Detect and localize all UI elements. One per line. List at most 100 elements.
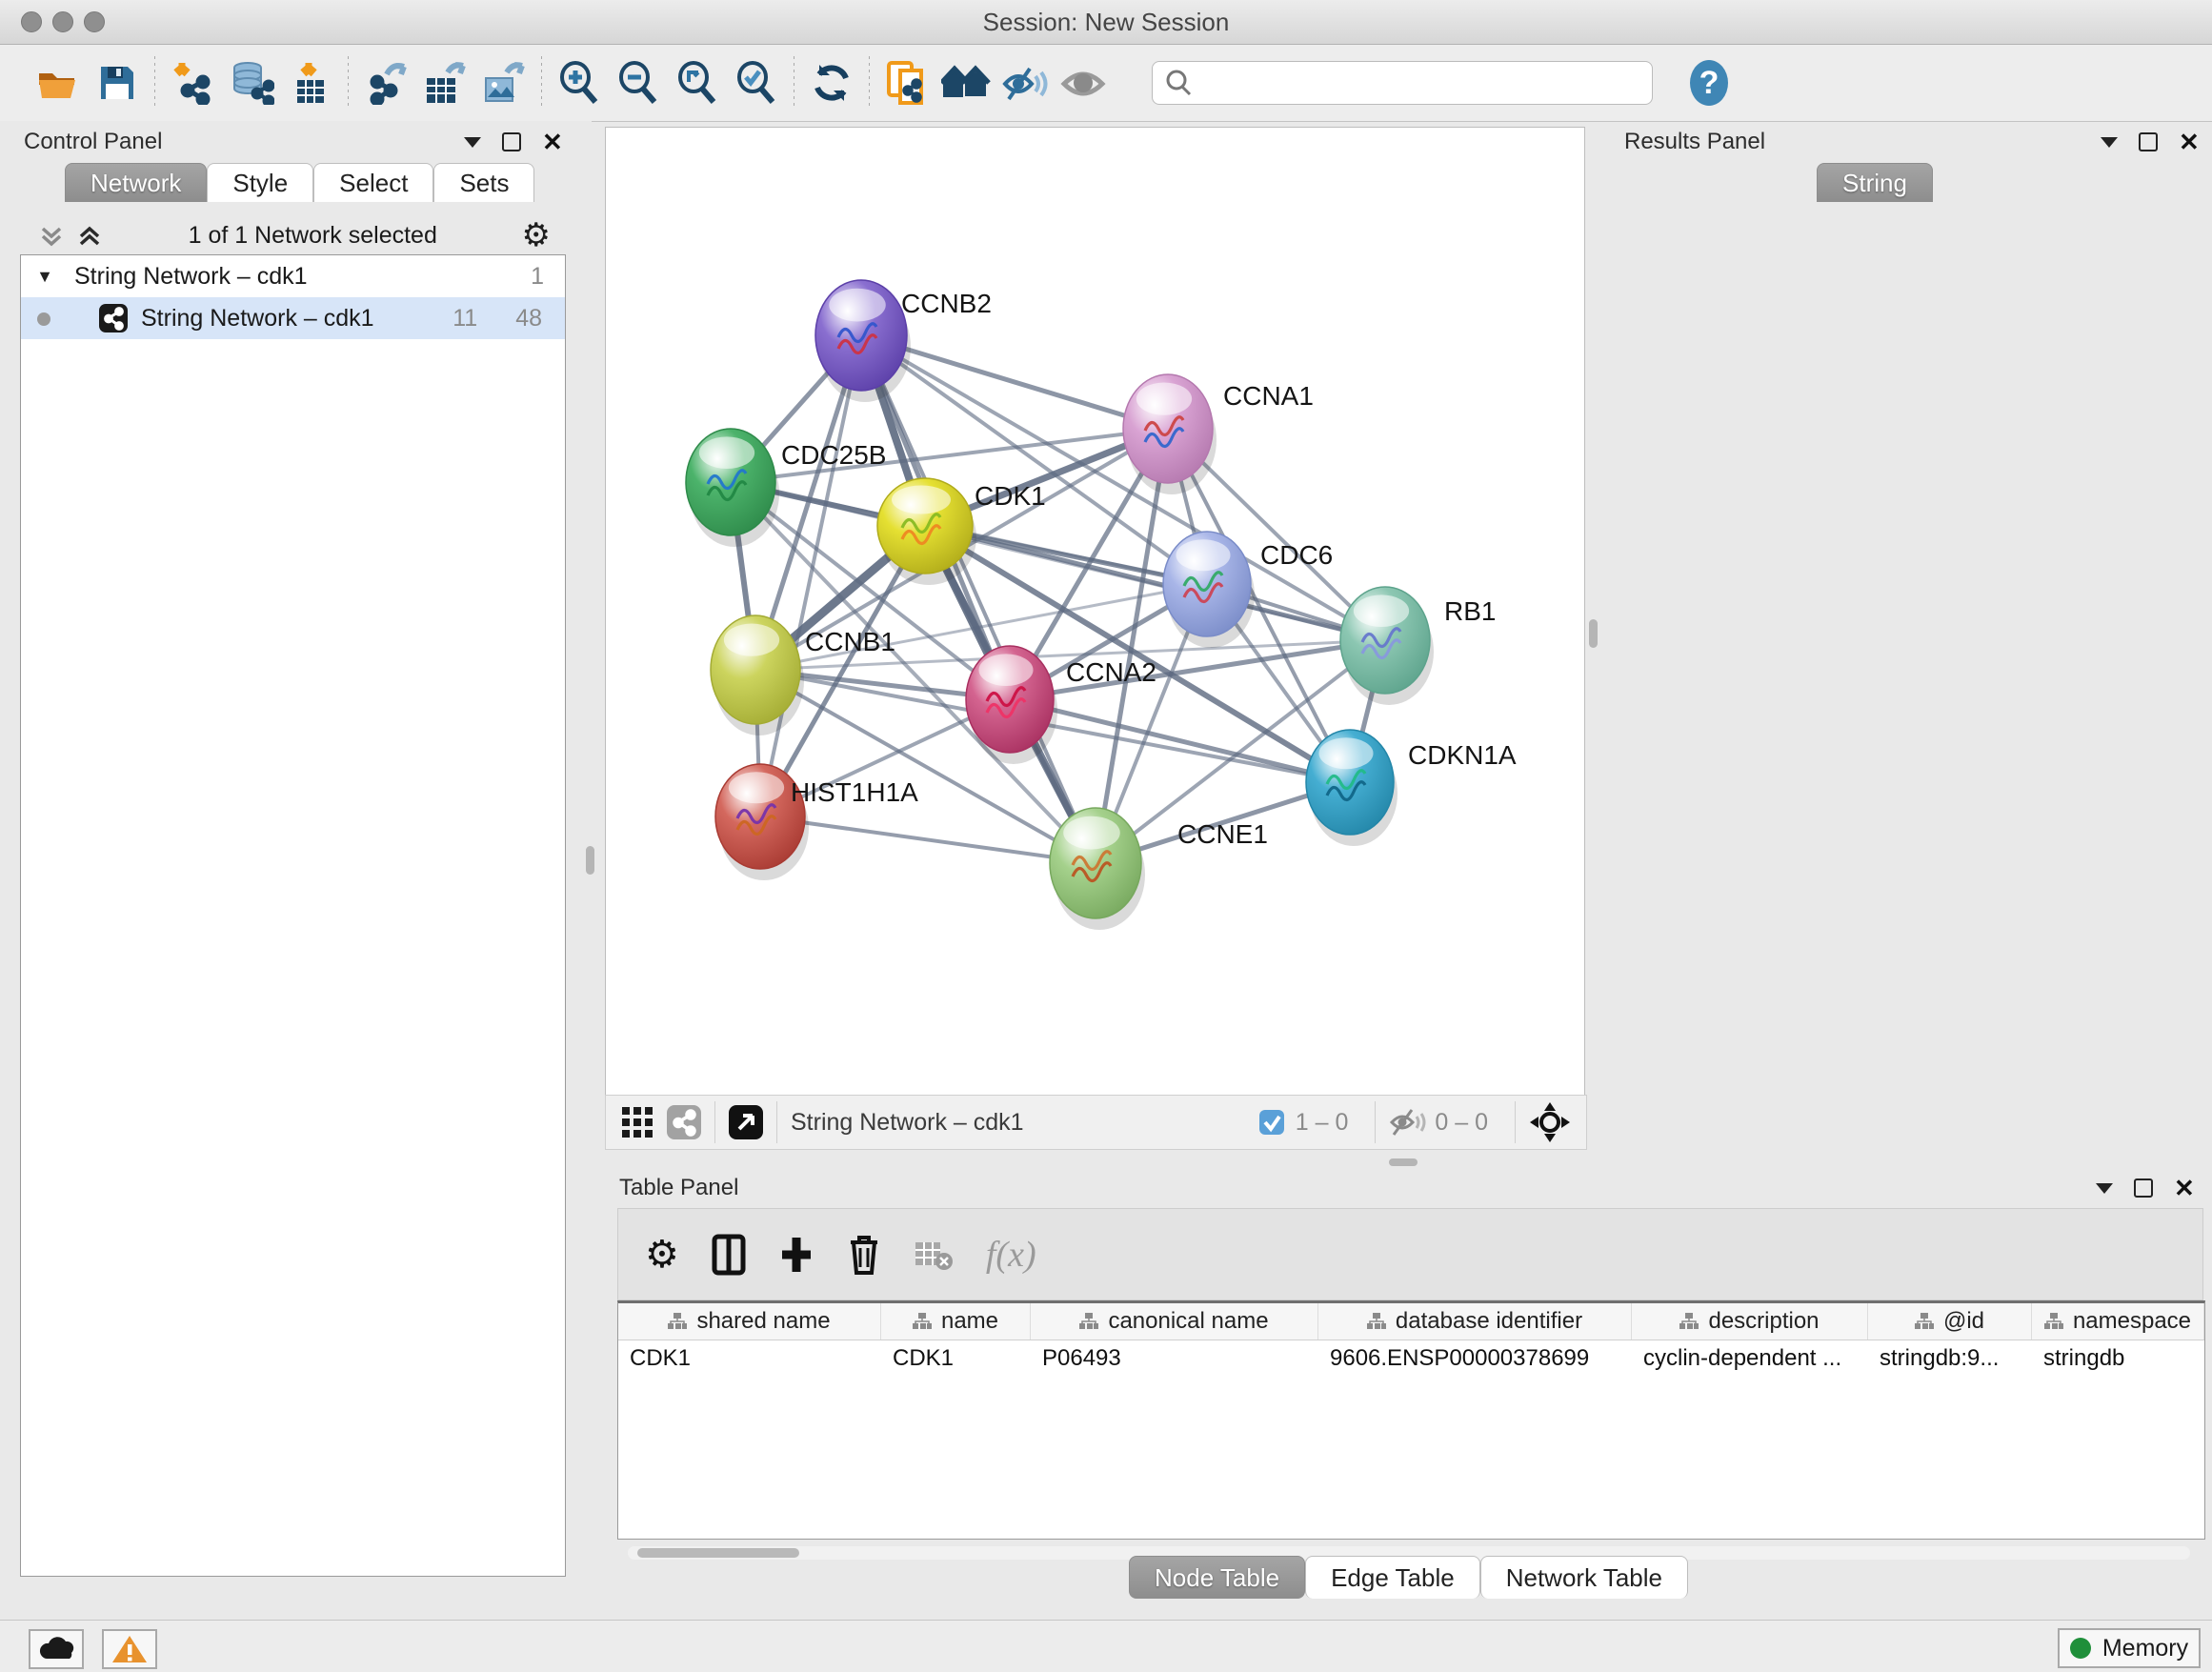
export-table-button[interactable] [415, 53, 474, 112]
import-network-button[interactable] [163, 53, 222, 112]
float-panel-icon[interactable] [502, 132, 521, 151]
panel-menu-icon[interactable] [464, 137, 481, 148]
expand-all-networks-icon[interactable] [75, 221, 104, 250]
share-view-icon[interactable] [667, 1105, 701, 1139]
zoom-in-button[interactable] [550, 53, 609, 112]
save-icon [97, 63, 137, 103]
open-session-button[interactable] [29, 53, 88, 112]
left-splitter-handle[interactable] [586, 846, 594, 875]
window-titlebar: Session: New Session [0, 0, 2212, 45]
column-header-shared-name[interactable]: shared name [618, 1303, 881, 1340]
selected-checkbox-icon[interactable] [1257, 1108, 1286, 1137]
network-node-CCNE1[interactable] [1050, 808, 1145, 930]
panel-menu-icon[interactable] [2096, 1183, 2113, 1194]
minimize-window-button[interactable] [52, 11, 73, 32]
close-panel-icon[interactable]: ✕ [2179, 134, 2200, 150]
table-header-row: shared name name canonical name database… [618, 1303, 2204, 1340]
import-network-from-database-button[interactable] [222, 53, 281, 112]
table-row[interactable]: CDK1CDK1P064939606.ENSP00000378699cyclin… [618, 1340, 2204, 1377]
birdseye-crosshair-icon[interactable] [1529, 1101, 1571, 1143]
tab-select[interactable]: Select [313, 163, 433, 202]
table-cell[interactable]: stringdb:9... [1868, 1340, 2032, 1377]
close-window-button[interactable] [21, 11, 42, 32]
save-session-button[interactable] [88, 53, 147, 112]
show-columns-icon[interactable] [712, 1234, 746, 1276]
import-network-icon [171, 61, 214, 105]
table-cell[interactable]: P06493 [1031, 1340, 1318, 1377]
node-label-CDK1: CDK1 [975, 481, 1046, 511]
export-network-icon [364, 61, 408, 105]
network-node-CCNB2[interactable] [815, 280, 911, 402]
network-node-CDK1[interactable] [877, 478, 976, 585]
table-options-gear-icon[interactable]: ⚙ [645, 1233, 679, 1277]
search-field[interactable] [1152, 61, 1653, 105]
search-input[interactable] [1193, 69, 1640, 97]
delete-column-trash-icon[interactable] [847, 1233, 881, 1277]
import-table-button[interactable] [281, 53, 340, 112]
network-group-row[interactable]: ▼ String Network – cdk1 1 [21, 255, 565, 297]
tab-string[interactable]: String [1817, 163, 1933, 202]
export-network-button[interactable] [356, 53, 415, 112]
close-panel-icon[interactable]: ✕ [542, 134, 563, 150]
grid-view-icon[interactable] [621, 1106, 654, 1138]
column-header-name[interactable]: name [881, 1303, 1031, 1340]
memory-label: Memory [2102, 1635, 2188, 1662]
tab-node-table[interactable]: Node Table [1129, 1556, 1305, 1599]
network-from-selection-button[interactable] [877, 53, 936, 112]
cloud-status-button[interactable] [29, 1629, 84, 1669]
add-column-icon[interactable] [778, 1234, 814, 1276]
column-header-namespace[interactable]: namespace [2032, 1303, 2204, 1340]
network-options-gear-icon[interactable]: ⚙ [522, 216, 551, 254]
column-icon [2044, 1313, 2063, 1330]
network-node-CCNA2[interactable] [966, 646, 1057, 764]
panel-menu-icon[interactable] [2101, 137, 2118, 148]
eye-gray-icon [1060, 63, 1108, 103]
network-node-CCNB1[interactable] [711, 615, 804, 735]
zoom-out-button[interactable] [609, 53, 668, 112]
help-button[interactable]: ? [1679, 53, 1739, 112]
first-neighbors-button[interactable] [936, 53, 995, 112]
column-header-description[interactable]: description [1632, 1303, 1868, 1340]
svg-text:?: ? [1699, 65, 1719, 101]
node-table[interactable]: shared name name canonical name database… [617, 1300, 2205, 1540]
table-cell[interactable]: stringdb [2032, 1340, 2204, 1377]
network-node-CDKN1A[interactable] [1306, 730, 1398, 846]
tab-sets[interactable]: Sets [433, 163, 534, 202]
column-header-database-identifier[interactable]: database identifier [1318, 1303, 1632, 1340]
warnings-button[interactable] [102, 1629, 157, 1669]
column-header--id[interactable]: @id [1868, 1303, 2032, 1340]
maximize-window-button[interactable] [84, 11, 105, 32]
table-cell[interactable]: CDK1 [618, 1340, 881, 1377]
float-panel-icon[interactable] [2139, 132, 2158, 151]
tab-edge-table[interactable]: Edge Table [1305, 1556, 1480, 1599]
toolbar-separator [154, 56, 155, 110]
export-image-button[interactable] [474, 53, 533, 112]
tab-network-table[interactable]: Network Table [1480, 1556, 1688, 1599]
memory-button[interactable]: Memory [2058, 1628, 2201, 1668]
network-row-selected[interactable]: String Network – cdk1 11 48 [21, 297, 565, 339]
tab-style[interactable]: Style [207, 163, 313, 202]
float-panel-icon[interactable] [2134, 1178, 2153, 1198]
column-icon [913, 1313, 932, 1330]
network-node-CCNA1[interactable] [1123, 374, 1217, 494]
column-header-canonical-name[interactable]: canonical name [1031, 1303, 1318, 1340]
network-node-RB1[interactable] [1340, 587, 1434, 705]
show-all-button[interactable] [1055, 53, 1114, 112]
export-table-icon [423, 61, 467, 105]
zoom-selected-button[interactable] [727, 53, 786, 112]
close-panel-icon[interactable]: ✕ [2174, 1180, 2195, 1196]
apply-layout-button[interactable] [802, 53, 861, 112]
right-splitter-handle[interactable] [1589, 619, 1598, 648]
zoom-fit-button[interactable] [668, 53, 727, 112]
network-canvas[interactable]: CCNB2CCNA1CDC25BCDK1CDC6RB1CCNB1CCNA2CDK… [605, 127, 1585, 1096]
detach-view-icon[interactable] [729, 1105, 763, 1139]
hide-selected-button[interactable] [995, 53, 1055, 112]
collapse-all-networks-icon[interactable] [37, 221, 66, 250]
table-cell[interactable]: cyclin-dependent ... [1632, 1340, 1868, 1377]
table-cell[interactable]: 9606.ENSP00000378699 [1318, 1340, 1632, 1377]
collapse-triangle-icon[interactable]: ▼ [21, 267, 53, 287]
table-cell[interactable]: CDK1 [881, 1340, 1031, 1377]
network-node-CDC6[interactable] [1163, 532, 1255, 648]
memory-status-dot [2070, 1638, 2091, 1659]
tab-network[interactable]: Network [65, 163, 207, 202]
